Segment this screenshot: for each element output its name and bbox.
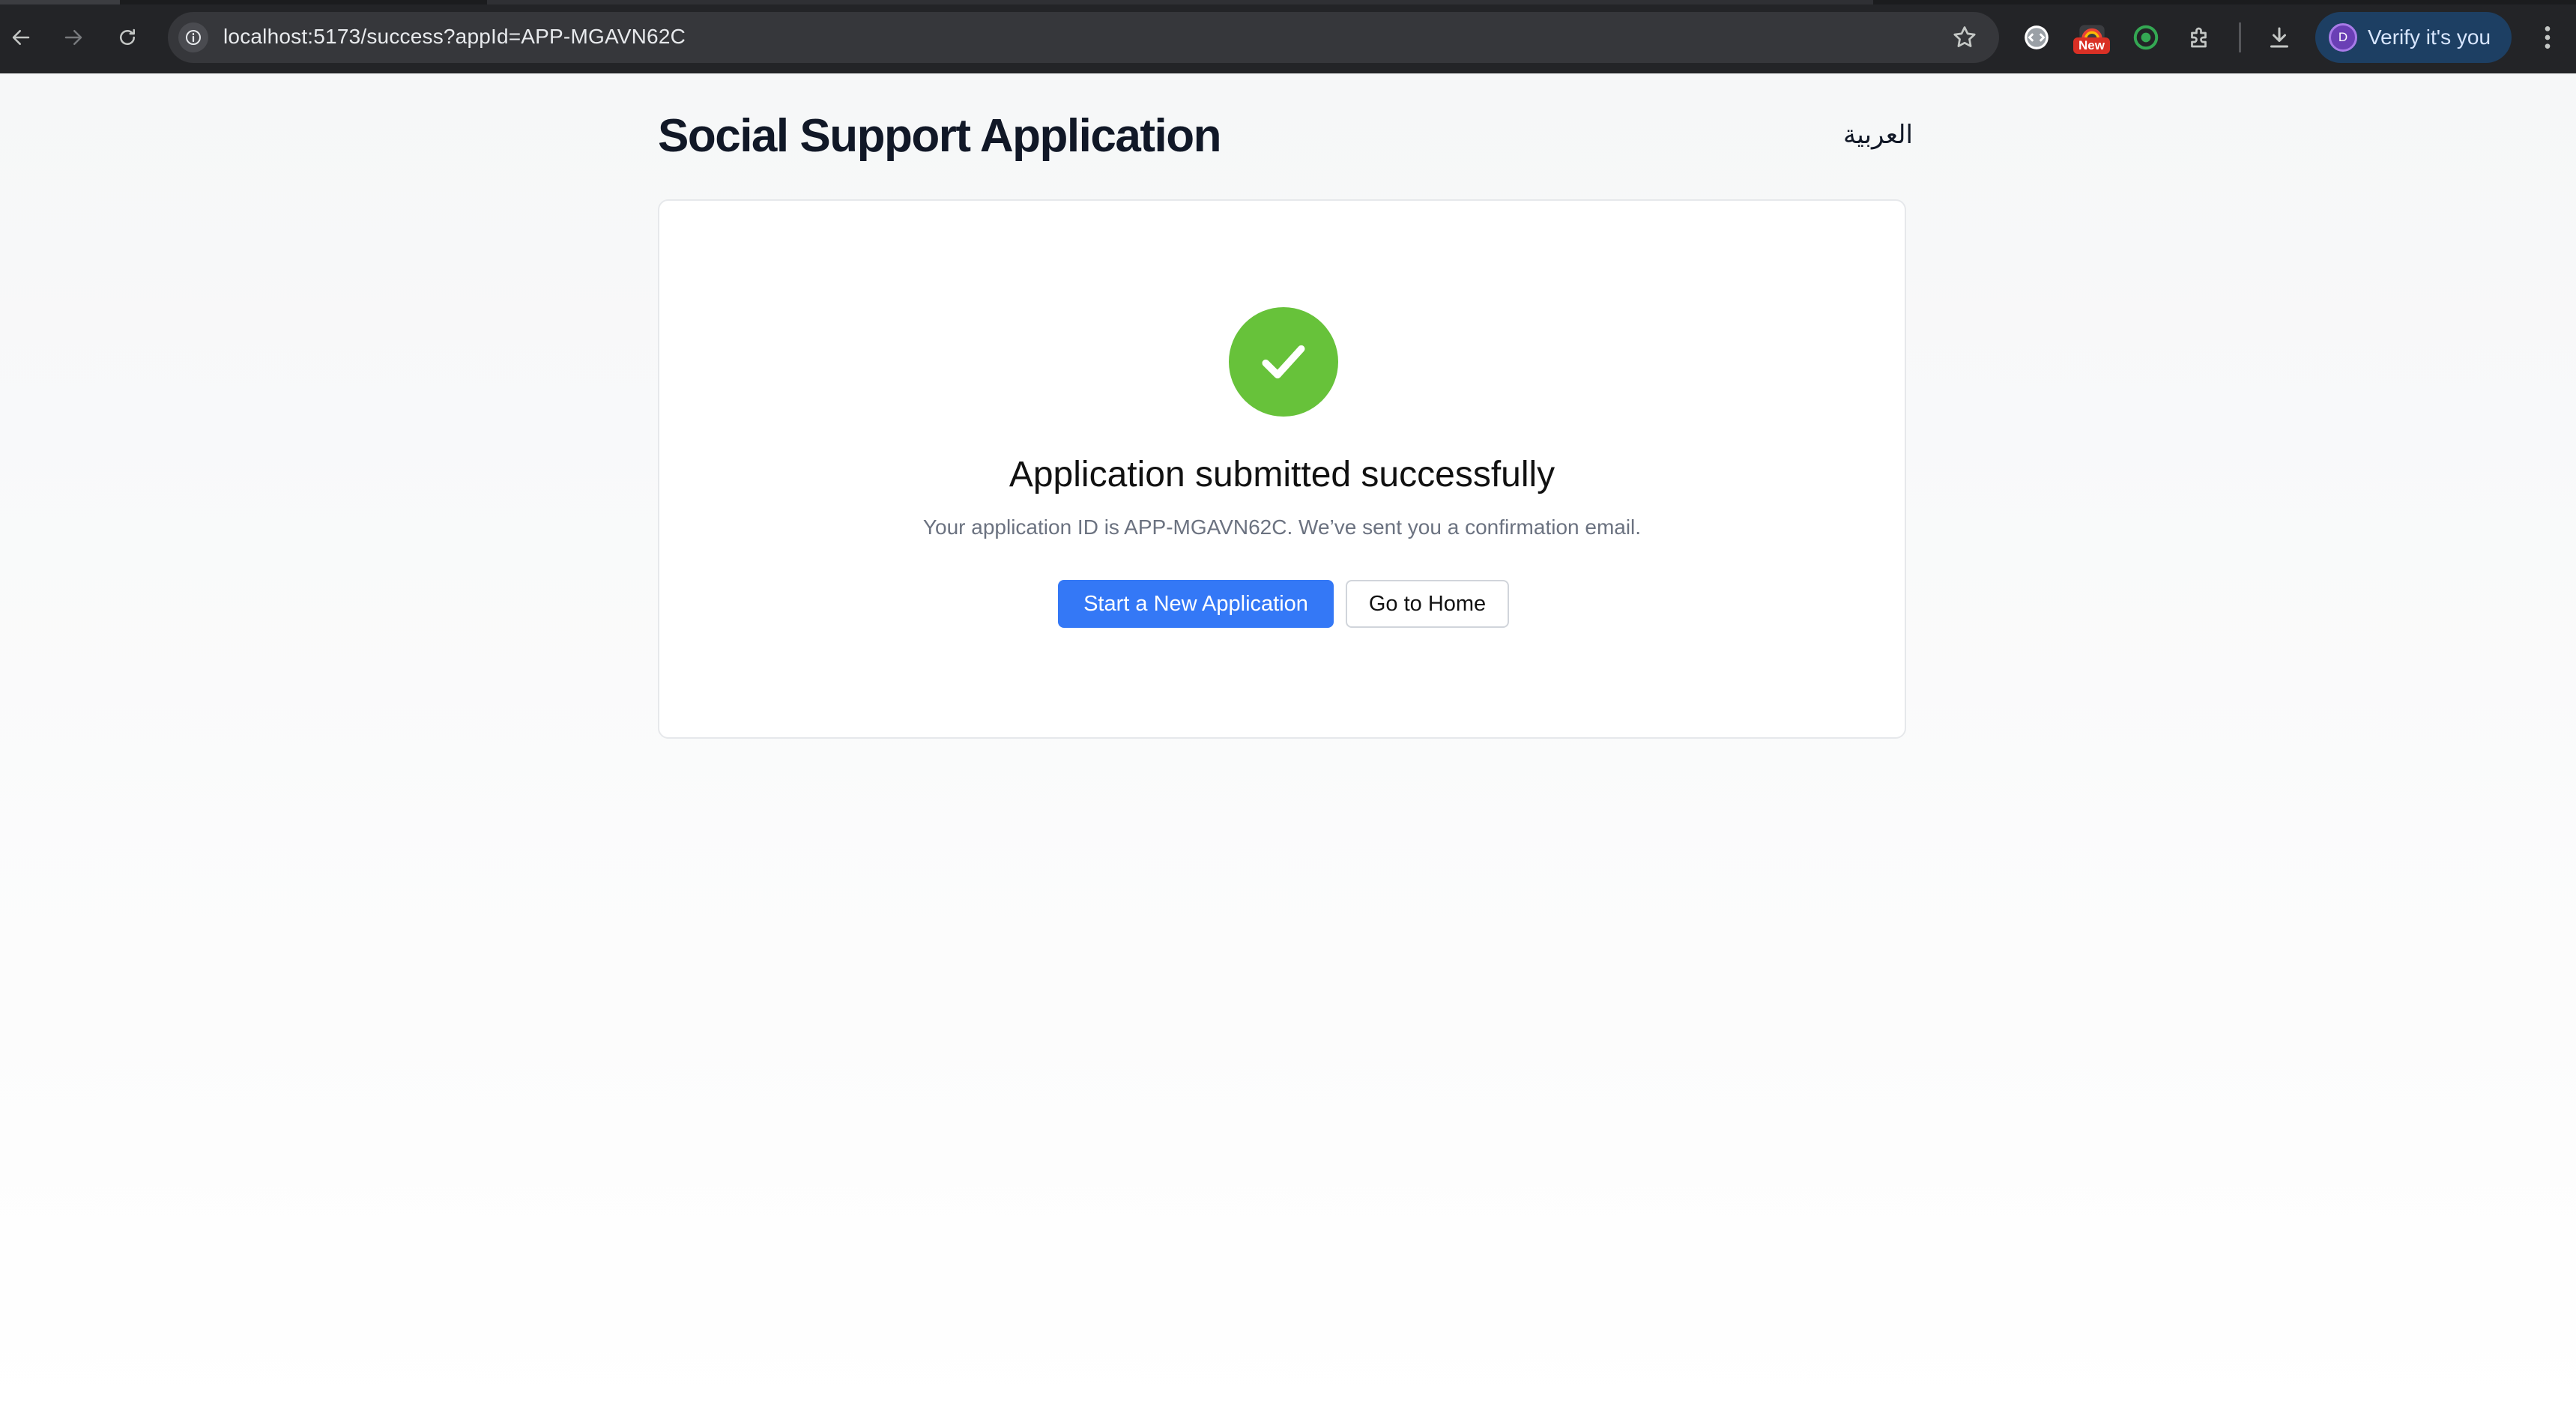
- page-content: Social Support Application العربية Appli…: [0, 73, 2576, 1419]
- extension-icon[interactable]: [2183, 21, 2216, 54]
- reload-icon[interactable]: [111, 21, 144, 54]
- success-card: Application submitted successfully Your …: [658, 199, 1906, 739]
- language-toggle[interactable]: العربية: [1843, 120, 1913, 150]
- go-to-home-button[interactable]: Go to Home: [1346, 580, 1509, 628]
- back-arrow-icon[interactable]: [4, 21, 37, 54]
- success-message: Your application ID is APP-MGAVN62C. We’…: [922, 515, 1642, 539]
- tab-strip: [0, 0, 2576, 4]
- verify-label: Verify it's you: [2368, 25, 2491, 49]
- browser-toolbar: localhost:5173/success?appId=APP-MGAVN62…: [0, 0, 2576, 73]
- site-info-icon[interactable]: [178, 22, 208, 52]
- new-badge: New: [2073, 37, 2110, 54]
- checkmark-icon: [1229, 307, 1338, 417]
- toolbar-divider: [2239, 22, 2241, 52]
- target-extension-icon[interactable]: [2129, 21, 2162, 54]
- address-bar[interactable]: localhost:5173/success?appId=APP-MGAVN62…: [168, 12, 1999, 63]
- forward-arrow-icon[interactable]: [57, 21, 90, 54]
- bookmark-star-icon[interactable]: [1951, 24, 1978, 51]
- start-new-application-button[interactable]: Start a New Application: [1058, 580, 1334, 628]
- avatar: D: [2329, 23, 2357, 52]
- success-title: Application submitted successfully: [1009, 455, 1555, 494]
- profile-verify-button[interactable]: D Verify it's you: [2315, 12, 2512, 63]
- download-icon[interactable]: [2263, 21, 2296, 54]
- more-menu-icon[interactable]: [2533, 22, 2563, 52]
- code-extension-icon[interactable]: [2020, 21, 2053, 54]
- url-text[interactable]: localhost:5173/success?appId=APP-MGAVN62…: [223, 25, 686, 49]
- page-title: Social Support Application: [658, 110, 1221, 162]
